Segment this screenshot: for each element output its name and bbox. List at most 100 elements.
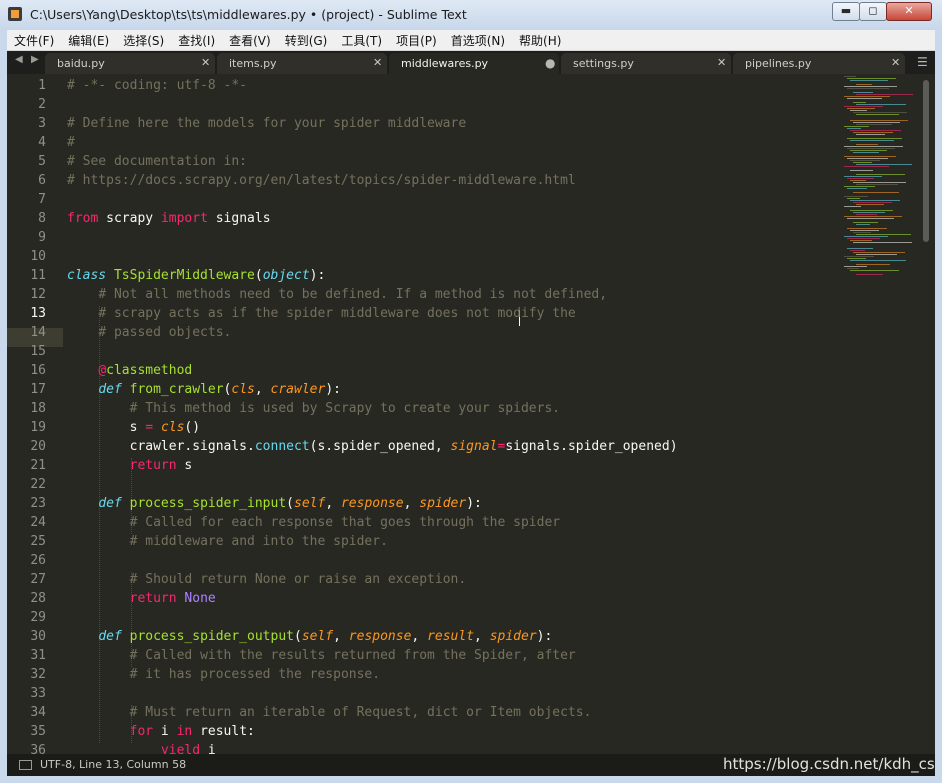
panel-toggle-icon[interactable] [19, 760, 32, 770]
menu-file[interactable]: 文件(F) [7, 31, 61, 51]
tab-list-menu-icon[interactable]: ☰ [917, 55, 928, 69]
code-token: TsSpiderMiddleware [113, 268, 255, 283]
minimap-line [844, 236, 888, 237]
minimap-line [844, 186, 875, 187]
line-number: 5 [38, 154, 46, 169]
minimap-line [844, 86, 897, 87]
minimap-line [853, 232, 871, 233]
maximize-button[interactable]: ◻ [859, 2, 887, 21]
menu-find[interactable]: 查找(I) [171, 31, 222, 51]
code-token: def [98, 496, 122, 511]
code-token: ): [325, 382, 341, 397]
minimap-line [856, 274, 883, 275]
code-text-area[interactable]: # -*- coding: utf-8 -*- # Define here the… [67, 74, 832, 758]
minimap-line [856, 124, 892, 125]
minimap-line [850, 260, 906, 261]
code-line: crawler.signals.connect(s.spider_opened,… [67, 439, 678, 454]
tab-close-icon[interactable]: ✕ [373, 56, 382, 69]
sublime-window: C:\Users\Yang\Desktop\ts\ts\middlewares.… [0, 0, 942, 783]
code-token: cls [160, 420, 185, 435]
unsaved-dot-icon[interactable]: ● [545, 56, 555, 70]
code-line: # Must return an iterable of Request, di… [67, 705, 592, 720]
minimap-line [850, 160, 880, 161]
menu-view[interactable]: 查看(V) [222, 31, 278, 51]
tab-scroll-right-icon[interactable]: ▶ [31, 54, 39, 65]
tab-pipelines[interactable]: pipelines.py ✕ [733, 53, 905, 74]
tab-scroll-left-icon[interactable]: ◀ [15, 54, 23, 65]
minimap-line [856, 114, 899, 115]
scrollbar-thumb[interactable] [923, 80, 929, 242]
minimap-line [853, 132, 893, 133]
tab-label: items.py [229, 57, 277, 70]
vertical-scrollbar[interactable] [919, 74, 935, 754]
tab-close-icon[interactable]: ✕ [891, 56, 900, 69]
code-token: scrapy [98, 211, 161, 226]
close-window-button[interactable]: ✕ [886, 2, 932, 21]
tab-baidu[interactable]: baidu.py ✕ [45, 53, 215, 74]
code-line: # -*- coding: utf-8 -*- [67, 78, 247, 93]
tab-settings[interactable]: settings.py ✕ [561, 53, 731, 74]
menu-bar: 文件(F) 编辑(E) 选择(S) 查找(I) 查看(V) 转到(G) 工具(T) 项目(P)… [7, 30, 935, 51]
menu-goto[interactable]: 转到(G) [278, 31, 335, 51]
line-number: 33 [30, 686, 46, 701]
menu-help[interactable]: 帮助(H) [512, 31, 568, 51]
minimap-line [847, 188, 867, 189]
title-bar[interactable]: C:\Users\Yang\Desktop\ts\ts\middlewares.… [0, 0, 942, 30]
code-line: @classmethod [67, 363, 192, 378]
menu-preferences[interactable]: 首选项(N) [444, 31, 512, 51]
code-token: crawler.signals. [67, 439, 255, 454]
code-line: # scrapy acts as if the spider middlewar… [67, 306, 575, 321]
code-token: # Must return an iterable of Request, di… [129, 705, 592, 720]
code-line: # Not all methods need to be defined. If… [67, 287, 607, 302]
menu-project[interactable]: 项目(P) [389, 31, 444, 51]
code-token: # middleware and into the spider. [129, 534, 388, 549]
line-number: 6 [38, 173, 46, 188]
minimap-line [844, 76, 856, 77]
code-token: ): [309, 268, 326, 283]
minimap-line [856, 164, 912, 165]
minimap-line [847, 78, 896, 79]
minimap-line [850, 270, 899, 271]
line-number: 20 [30, 439, 46, 454]
minimap-line [847, 98, 882, 99]
minimize-button[interactable]: ▬ [832, 2, 860, 21]
minimap-line [853, 112, 907, 113]
code-line: # See documentation in: [67, 154, 247, 169]
code-token: in [176, 724, 193, 739]
minimap-line [850, 130, 901, 131]
code-token: s [67, 420, 146, 435]
code-token: , [411, 629, 428, 644]
menu-tools[interactable]: 工具(T) [334, 31, 389, 51]
code-line: for i in result: [67, 724, 255, 739]
tab-middlewares[interactable]: middlewares.py ● [389, 53, 559, 74]
code-token: None [184, 591, 216, 606]
code-token: # https://docs.scrapy.org/en/latest/topi… [67, 173, 576, 188]
menu-selection[interactable]: 选择(S) [116, 31, 171, 51]
minimap-line [856, 224, 870, 225]
code-line: # [67, 135, 75, 150]
tab-items[interactable]: items.py ✕ [217, 53, 387, 74]
line-number: 32 [30, 667, 46, 682]
code-line: def process_spider_output(self, response… [67, 629, 552, 644]
line-number: 4 [38, 135, 46, 150]
tab-close-icon[interactable]: ✕ [201, 56, 210, 69]
minimap[interactable] [834, 74, 919, 275]
minimap-line [856, 134, 885, 135]
tab-close-icon[interactable]: ✕ [717, 56, 726, 69]
code-token: s [176, 458, 193, 473]
minimap-line [853, 202, 892, 203]
code-line: # This method is used by Scrapy to creat… [67, 401, 560, 416]
minimap-line [844, 166, 889, 167]
minimap-line [844, 176, 882, 177]
menu-edit[interactable]: 编辑(E) [61, 31, 116, 51]
minimap-line [853, 222, 878, 223]
